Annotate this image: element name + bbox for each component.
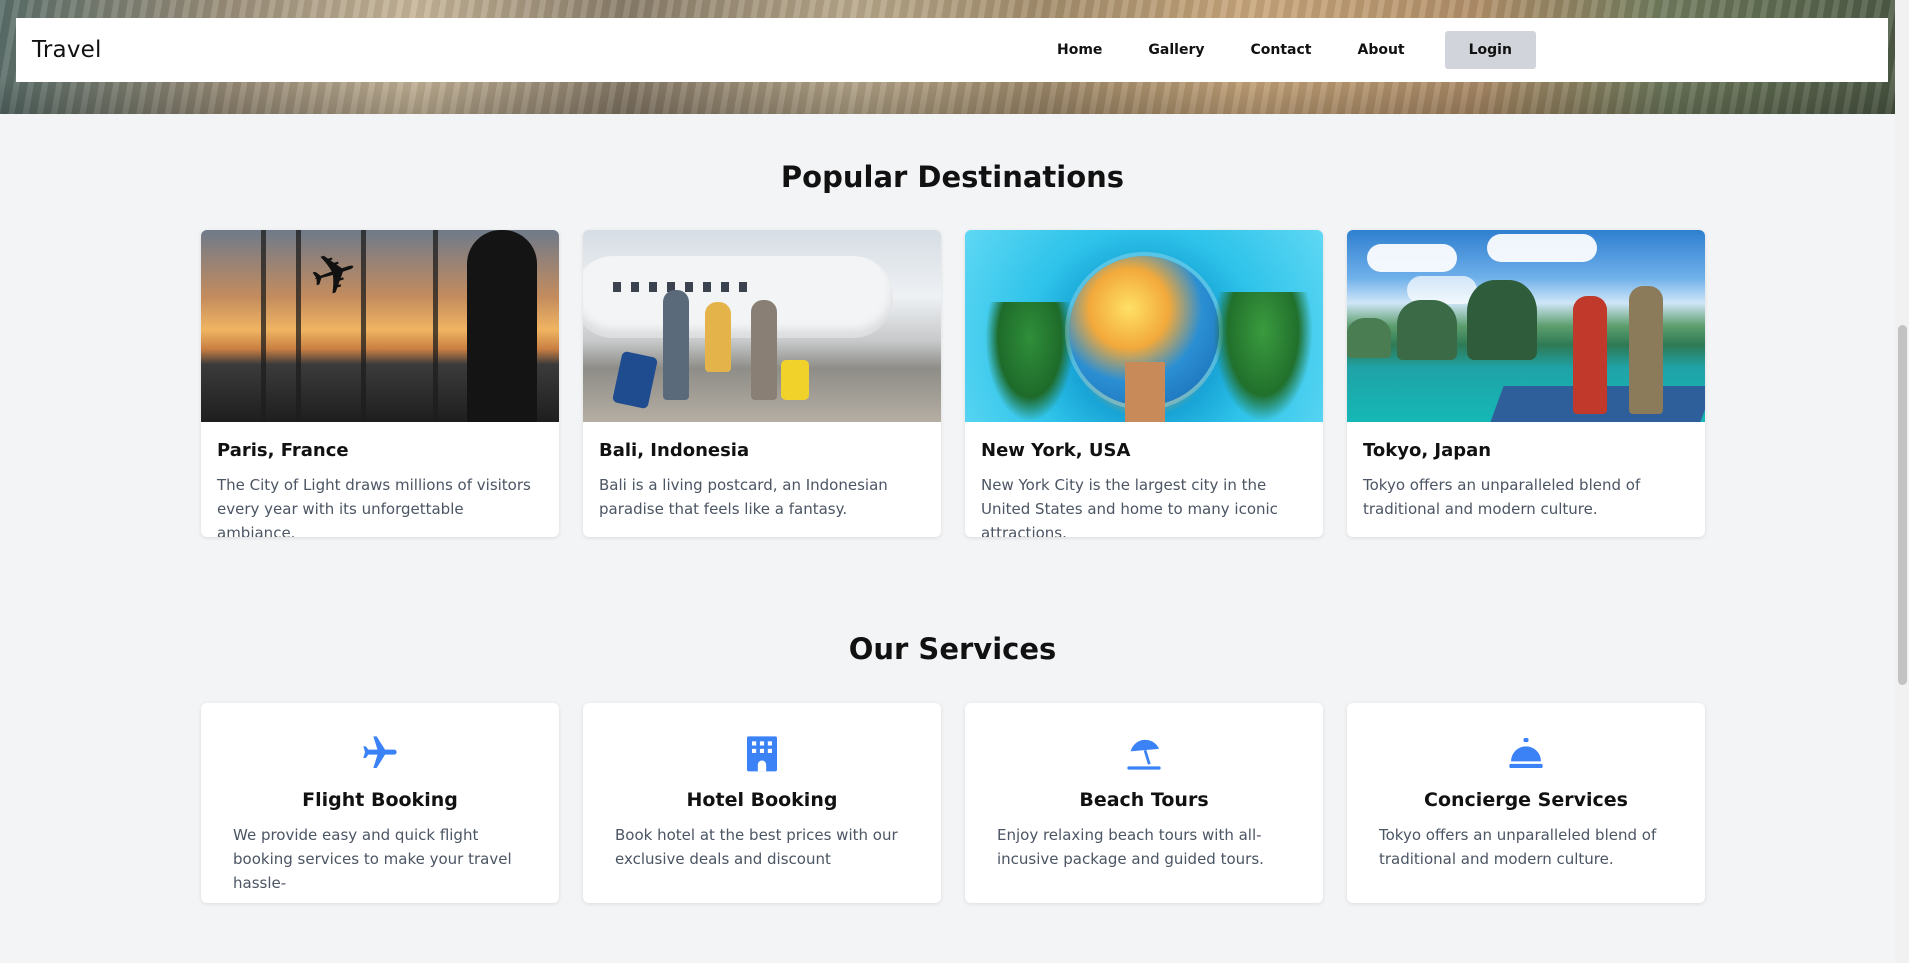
nav-links: Home Gallery Contact About Login [1034, 31, 1536, 69]
service-card-hotel-booking[interactable]: Hotel Booking Book hotel at the best pri… [583, 703, 941, 903]
brand-logo[interactable]: Travel [32, 37, 102, 63]
destination-image-tokyo [1347, 230, 1705, 422]
destination-card-tokyo[interactable]: Tokyo, Japan Tokyo offers an unparallele… [1347, 230, 1705, 537]
page-scrollbar[interactable] [1895, 0, 1909, 963]
our-services-heading: Our Services [848, 632, 1057, 666]
nav-about[interactable]: About [1334, 31, 1427, 69]
hotel-icon [747, 736, 777, 772]
beach-umbrella-icon [1127, 739, 1161, 770]
service-card-beach-tours[interactable]: Beach Tours Enjoy relaxing beach tours w… [965, 703, 1323, 903]
service-title: Concierge Services [1424, 789, 1628, 811]
destination-image-paris: ✈ [201, 230, 559, 422]
destination-description: Tokyo offers an unparalleled blend of tr… [1363, 476, 1641, 518]
service-card-flight-booking[interactable]: Flight Booking We provide easy and quick… [201, 703, 559, 903]
nav-gallery[interactable]: Gallery [1125, 31, 1227, 69]
destination-description: Bali is a living postcard, an Indonesian… [599, 476, 888, 518]
destination-title: Tokyo, Japan [1363, 440, 1492, 461]
popular-destinations-heading: Popular Destinations [780, 160, 1125, 194]
login-button[interactable]: Login [1444, 31, 1536, 69]
nav-home[interactable]: Home [1034, 31, 1125, 69]
destinations-list: ✈ Paris, France The City of Light draws … [201, 230, 1705, 537]
service-description: Book hotel at the best prices with our e… [615, 826, 898, 868]
service-description: We provide easy and quick flight booking… [233, 826, 512, 892]
destination-card-new-york[interactable]: New York, USA New York City is the large… [965, 230, 1323, 537]
service-card-concierge-services[interactable]: Concierge Services Tokyo offers an unpar… [1347, 703, 1705, 903]
destination-title: Bali, Indonesia [599, 440, 750, 461]
concierge-bell-icon [1509, 738, 1543, 768]
nav-contact[interactable]: Contact [1227, 31, 1334, 69]
destination-image-bali [583, 230, 941, 422]
service-title: Hotel Booking [686, 789, 838, 811]
destination-image-new-york [965, 230, 1323, 422]
destination-title: New York, USA [981, 440, 1131, 461]
destination-card-paris[interactable]: ✈ Paris, France The City of Light draws … [201, 230, 559, 537]
scrollbar-thumb[interactable] [1898, 325, 1907, 685]
destination-title: Paris, France [217, 440, 349, 461]
navbar: Travel Home Gallery Contact About Login [16, 18, 1888, 82]
destination-card-bali[interactable]: Bali, Indonesia Bali is a living postcar… [583, 230, 941, 537]
service-title: Flight Booking [302, 789, 458, 811]
service-description: Enjoy relaxing beach tours with all-incu… [997, 826, 1264, 868]
airplane-icon [363, 736, 397, 768]
services-list: Flight Booking We provide easy and quick… [201, 703, 1705, 903]
service-title: Beach Tours [1079, 789, 1209, 811]
destination-description: New York City is the largest city in the… [981, 476, 1278, 537]
destination-description: The City of Light draws millions of visi… [217, 476, 531, 537]
service-description: Tokyo offers an unparalleled blend of tr… [1379, 826, 1657, 868]
